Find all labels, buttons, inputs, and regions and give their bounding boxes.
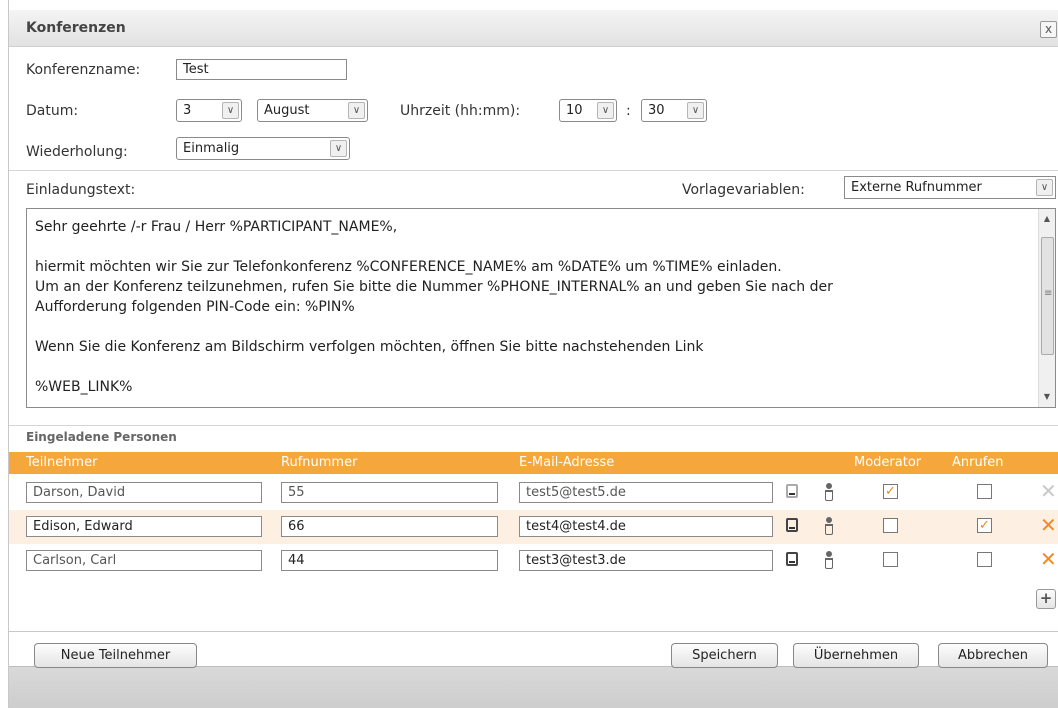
day-select[interactable]: 3 ∨ (176, 99, 242, 122)
month-select[interactable]: August ∨ (257, 99, 368, 122)
invitation-line: Wenn Sie die Konferenz am Bildschirm ver… (35, 339, 704, 355)
participant-email-input[interactable]: test4@test4.de (519, 516, 773, 537)
participant-name-input[interactable]: Carlson, Carl (26, 550, 262, 571)
call-checkbox[interactable]: ✓ (977, 518, 992, 533)
conference-name-label: Konferenzname: (26, 62, 141, 78)
column-header-email: E-Mail-Adresse (519, 455, 615, 470)
participants-table-header: Teilnehmer Rufnummer E-Mail-Adresse Mode… (9, 452, 1058, 474)
close-icon[interactable]: x (1040, 21, 1057, 38)
person-icon[interactable] (824, 551, 834, 569)
conference-name-input[interactable]: Test (176, 59, 347, 80)
invitation-line (35, 317, 1025, 337)
invitation-line (35, 237, 1025, 257)
table-row: Edison, Edward 66 test4@test4.de ✓ ✕ (9, 510, 1058, 544)
cancel-button[interactable]: Abbrechen (938, 643, 1048, 668)
apply-button[interactable]: Übernehmen (793, 643, 919, 668)
repeat-select[interactable]: Einmalig ∨ (176, 137, 350, 160)
participant-phone-input[interactable]: 66 (281, 516, 498, 537)
column-header-moderator: Moderator (854, 455, 922, 470)
participant-name-input[interactable]: Darson, David (26, 482, 262, 503)
column-header-call: Anrufen (952, 455, 1004, 470)
dialog-titlebar: Konferenzen x (9, 10, 1058, 47)
call-checkbox[interactable] (977, 552, 992, 567)
dialog-title: Konferenzen (26, 20, 126, 36)
person-icon[interactable] (824, 517, 834, 535)
time-separator: : (626, 103, 631, 119)
invitation-line: %WEB_LINK% (35, 379, 133, 395)
invitation-line: Um an der Konferenz teilzunehmen, rufen … (35, 279, 833, 295)
chevron-down-icon: ∨ (222, 102, 239, 119)
call-checkbox[interactable] (977, 484, 992, 499)
invitation-line (35, 357, 1025, 377)
participant-email-input[interactable]: test5@test5.de (519, 482, 773, 503)
chevron-down-icon: ∨ (1036, 179, 1053, 196)
date-label: Datum: (26, 103, 79, 119)
add-participant-button[interactable]: + (1036, 589, 1056, 609)
chevron-down-icon: ∨ (330, 140, 347, 157)
section-divider (9, 170, 1058, 171)
chevron-down-icon: ∨ (348, 102, 365, 119)
scroll-down-icon[interactable]: ▼ (1039, 389, 1055, 405)
template-variables-value: Externe Rufnummer (851, 180, 982, 195)
address-book-icon[interactable] (786, 484, 798, 498)
save-button[interactable]: Speichern (671, 643, 778, 668)
delete-icon[interactable]: ✕ (1040, 515, 1057, 535)
moderator-checkbox[interactable]: ✓ (883, 484, 898, 499)
address-book-icon[interactable] (786, 518, 798, 532)
moderator-checkbox[interactable] (883, 552, 898, 567)
invitation-label: Einladungstext: (26, 182, 136, 198)
invitation-textarea[interactable]: Sehr geehrte /-r Frau / Herr %PARTICIPAN… (26, 208, 1056, 408)
chevron-down-icon: ∨ (597, 102, 614, 119)
time-label: Uhrzeit (hh:mm): (400, 103, 521, 119)
template-variables-label: Vorlagevariablen: (682, 182, 805, 198)
chevron-down-icon: ∨ (687, 102, 704, 119)
moderator-checkbox[interactable] (883, 518, 898, 533)
invitation-line: Sehr geehrte /-r Frau / Herr %PARTICIPAN… (35, 219, 398, 235)
new-participant-button[interactable]: Neue Teilnehmer (34, 643, 197, 668)
participants-section-title: Eingeladene Personen (26, 430, 177, 444)
minute-select[interactable]: 30 ∨ (641, 99, 707, 122)
textarea-scrollbar[interactable]: ▲ ≡ ▼ (1038, 209, 1055, 407)
column-header-phone: Rufnummer (281, 455, 358, 470)
month-select-value: August (264, 103, 310, 118)
hour-select[interactable]: 10 ∨ (559, 99, 617, 122)
invitation-line: Aufforderung folgenden PIN-Code ein: %PI… (35, 299, 355, 315)
section-divider (9, 425, 1058, 426)
repeat-label: Wiederholung: (26, 144, 128, 160)
participant-phone-input[interactable]: 44 (281, 550, 498, 571)
hour-select-value: 10 (566, 103, 583, 118)
participant-phone-input[interactable]: 55 (281, 482, 498, 503)
table-row: Darson, David 55 test5@test5.de ✓ ✕ (9, 476, 1058, 510)
scroll-up-icon[interactable]: ▲ (1039, 211, 1055, 227)
participant-name-input[interactable]: Edison, Edward (26, 516, 262, 537)
person-icon[interactable] (824, 483, 834, 501)
minute-select-value: 30 (648, 103, 665, 118)
column-header-name: Teilnehmer (26, 455, 98, 470)
participant-email-input[interactable]: test3@test3.de (519, 550, 773, 571)
conference-dialog: Konferenzen x Konferenzname: Test Datum:… (8, 0, 1058, 708)
day-select-value: 3 (183, 103, 192, 118)
template-variables-select[interactable]: Externe Rufnummer ∨ (844, 176, 1056, 199)
invitation-text: Sehr geehrte /-r Frau / Herr %PARTICIPAN… (35, 217, 1025, 397)
invitation-line: hiermit möchten wir Sie zur Telefonkonfe… (35, 259, 782, 275)
scrollbar-thumb[interactable]: ≡ (1041, 237, 1054, 355)
status-bar (9, 666, 1058, 708)
repeat-select-value: Einmalig (183, 141, 240, 156)
delete-icon[interactable]: ✕ (1040, 549, 1057, 569)
address-book-icon[interactable] (786, 552, 798, 566)
table-row: Carlson, Carl 44 test3@test3.de ✕ (9, 544, 1058, 578)
delete-icon[interactable]: ✕ (1040, 481, 1057, 501)
